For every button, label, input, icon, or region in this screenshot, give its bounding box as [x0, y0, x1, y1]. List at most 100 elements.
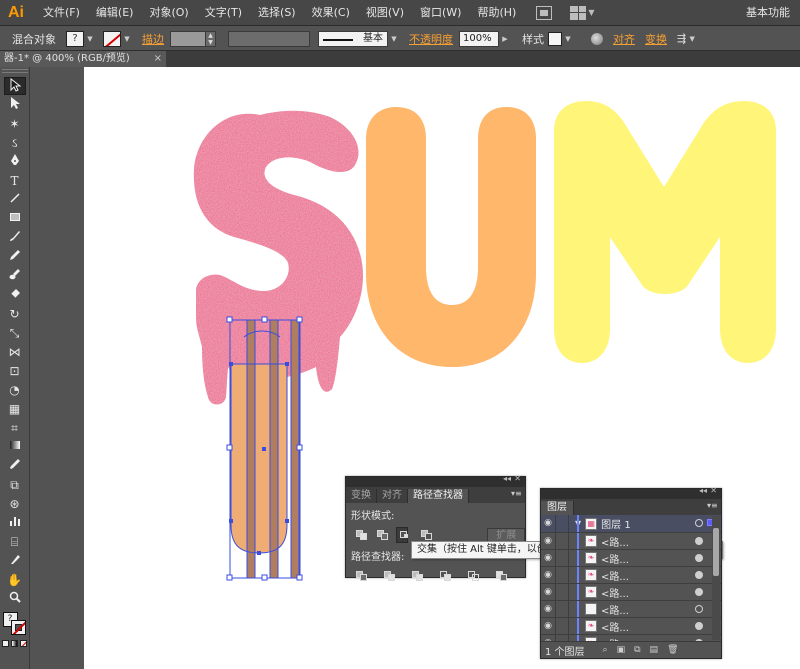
- sublayer-row[interactable]: ◉ <路...: [541, 600, 721, 618]
- outline-button[interactable]: [465, 568, 483, 584]
- menu-type[interactable]: 文字(T): [197, 0, 250, 26]
- trim-button[interactable]: [381, 568, 399, 584]
- chevron-down-icon[interactable]: ▼: [588, 8, 594, 17]
- layer-row[interactable]: ◉ ▼ ▦ 图层 1: [541, 515, 721, 533]
- lock-toggle[interactable]: [555, 532, 569, 550]
- menu-view[interactable]: 视图(V): [358, 0, 412, 26]
- layer-name[interactable]: 图层 1: [601, 516, 631, 531]
- menu-object[interactable]: 对象(O): [141, 0, 196, 26]
- letter-u[interactable]: [366, 107, 536, 367]
- gradient-mode-icon[interactable]: [11, 640, 18, 647]
- variable-width-profile[interactable]: [228, 30, 310, 47]
- artboard-tool-icon[interactable]: ⌸: [4, 533, 26, 551]
- mesh-tool-icon[interactable]: ⌗: [4, 419, 26, 437]
- free-transform-tool-icon[interactable]: ⊡: [4, 362, 26, 380]
- perspective-grid-tool-icon[interactable]: ▦: [4, 400, 26, 418]
- style-dropdown-icon[interactable]: ▼: [563, 31, 573, 47]
- lock-toggle[interactable]: [555, 549, 569, 567]
- fill-dropdown-icon[interactable]: ▼: [85, 31, 95, 47]
- pencil-tool-icon[interactable]: [4, 248, 26, 266]
- target-circle-icon[interactable]: [695, 571, 703, 579]
- popsicle-stick[interactable]: [231, 364, 287, 553]
- brush-dropdown-icon[interactable]: ▼: [389, 31, 399, 47]
- transform-link[interactable]: 变换: [645, 31, 667, 47]
- stroke-swatch[interactable]: [10, 620, 26, 635]
- visibility-eye-icon[interactable]: ◉: [541, 584, 555, 601]
- selection-tool-icon[interactable]: [3, 77, 26, 95]
- stroke-weight-field[interactable]: [170, 30, 206, 47]
- fill-color-swatch[interactable]: ?: [66, 30, 84, 47]
- bridge-icon[interactable]: [536, 5, 553, 20]
- visibility-eye-icon[interactable]: ◉: [541, 618, 555, 635]
- sublayer-name[interactable]: <路...: [601, 534, 629, 549]
- color-mode-buttons[interactable]: [0, 640, 29, 647]
- brush-definition[interactable]: 基本: [318, 30, 388, 47]
- close-icon[interactable]: ✕: [514, 474, 521, 483]
- stroke-weight-stepper[interactable]: ▲ ▼: [206, 30, 216, 47]
- document-tab[interactable]: 器-1* @ 400% (RGB/预览) ×: [0, 51, 166, 67]
- new-sublayer-icon[interactable]: ⧉: [634, 645, 640, 655]
- symbol-sprayer-tool-icon[interactable]: ⊛: [4, 495, 26, 513]
- layers-scrollbar[interactable]: [712, 516, 720, 640]
- opacity-label[interactable]: 不透明度: [409, 31, 453, 47]
- slice-tool-icon[interactable]: [4, 552, 26, 570]
- menu-file[interactable]: 文件(F): [35, 0, 88, 26]
- gradient-tool-icon[interactable]: [4, 438, 26, 456]
- lock-toggle[interactable]: [555, 600, 569, 618]
- lasso-tool-icon[interactable]: ઽ: [4, 134, 26, 152]
- rotate-tool-icon[interactable]: ↻: [4, 305, 26, 323]
- clipping-mask-icon[interactable]: ▣: [617, 645, 626, 655]
- minus-back-button[interactable]: [493, 568, 511, 584]
- recolor-artwork-icon[interactable]: [591, 32, 603, 45]
- tab-layers[interactable]: 图层: [541, 501, 574, 515]
- lock-toggle[interactable]: [555, 583, 569, 601]
- eyedropper-tool-icon[interactable]: [4, 457, 26, 475]
- target-circle-icon[interactable]: [695, 622, 703, 630]
- stripe-2[interactable]: [270, 320, 278, 578]
- unite-button[interactable]: [353, 527, 367, 543]
- line-segment-tool-icon[interactable]: [4, 191, 26, 209]
- panel-menu-icon[interactable]: ▾≡: [511, 489, 522, 499]
- panel-titlebar[interactable]: ◂◂ ✕: [541, 486, 721, 499]
- target-circle-icon[interactable]: [695, 588, 703, 596]
- collapse-panel-icon[interactable]: ◂◂: [699, 486, 707, 495]
- magic-wand-tool-icon[interactable]: ✶: [4, 115, 26, 133]
- close-icon[interactable]: ✕: [710, 486, 717, 495]
- stroke-label[interactable]: 描边: [142, 31, 164, 47]
- panel-menu-icon[interactable]: ▾≡: [707, 501, 718, 511]
- sublayer-row[interactable]: ◉ ❧ <路...: [541, 532, 721, 550]
- intersect-button[interactable]: [395, 527, 408, 543]
- align-link[interactable]: 对齐: [613, 31, 635, 47]
- new-layer-icon[interactable]: ▤: [650, 645, 659, 655]
- sublayer-row[interactable]: ◉ ❧ <路...: [541, 549, 721, 567]
- rectangle-tool-icon[interactable]: [4, 210, 26, 228]
- arrange-documents-icon[interactable]: [570, 5, 587, 20]
- tab-transform[interactable]: 变换: [346, 489, 377, 503]
- pen-tool-icon[interactable]: [4, 153, 26, 171]
- blend-tool-icon[interactable]: ⧉: [4, 476, 26, 494]
- tab-align[interactable]: 对齐: [377, 489, 408, 503]
- sublayer-name[interactable]: <路...: [601, 619, 629, 634]
- target-circle-icon[interactable]: [695, 605, 703, 613]
- sublayer-name[interactable]: <路...: [601, 585, 629, 600]
- workspace-switcher[interactable]: 基本功能: [746, 0, 790, 26]
- stripe-1[interactable]: [247, 320, 255, 578]
- direct-selection-tool-icon[interactable]: [4, 96, 26, 114]
- none-mode-icon[interactable]: [20, 640, 27, 647]
- menu-edit[interactable]: 编辑(E): [88, 0, 142, 26]
- eraser-tool-icon[interactable]: [4, 286, 26, 304]
- column-graph-tool-icon[interactable]: [4, 514, 26, 532]
- tab-pathfinder[interactable]: 路径查找器: [408, 489, 469, 503]
- fill-stroke-widget[interactable]: ?: [2, 612, 28, 636]
- sublayer-name[interactable]: <路...: [601, 568, 629, 583]
- merge-button[interactable]: [409, 568, 427, 584]
- target-circle-icon[interactable]: [695, 537, 703, 545]
- zoom-tool-icon[interactable]: [4, 590, 26, 608]
- scale-tool-icon[interactable]: ⤡: [4, 324, 26, 342]
- scrollbar-thumb[interactable]: [713, 528, 719, 576]
- collapse-panel-icon[interactable]: ◂◂: [503, 474, 511, 483]
- menu-window[interactable]: 窗口(W): [412, 0, 469, 26]
- menu-effect[interactable]: 效果(C): [304, 0, 358, 26]
- divide-button[interactable]: [353, 568, 371, 584]
- graphic-style-swatch[interactable]: [548, 31, 562, 46]
